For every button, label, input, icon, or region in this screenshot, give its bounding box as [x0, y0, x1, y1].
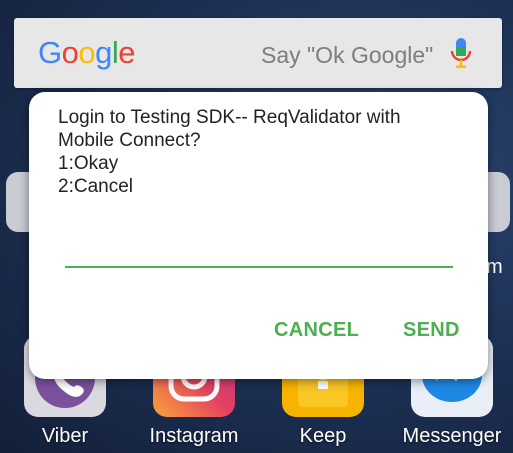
dialog-message-line-1: Login to Testing SDK-- ReqValidator with	[58, 107, 401, 128]
dialog-message-line-4: 2:Cancel	[58, 176, 133, 197]
logo-letter-g: G	[38, 35, 62, 70]
response-input[interactable]	[65, 230, 453, 268]
google-search-widget[interactable]: Google Say "Ok Google"	[14, 18, 502, 88]
app-label-viber[interactable]: Viber	[40, 424, 90, 448]
app-label-messenger[interactable]: Messenger	[399, 424, 505, 448]
login-prompt-dialog: Login to Testing SDK-- ReqValidator with…	[29, 92, 488, 379]
app-label-instagram[interactable]: Instagram	[146, 424, 242, 448]
voice-search-hint[interactable]: Say "Ok Google"	[261, 41, 433, 69]
dialog-message: Login to Testing SDK-- ReqValidator with…	[58, 106, 478, 198]
logo-letter-o1: o	[61, 35, 79, 70]
send-button[interactable]: SEND	[403, 318, 460, 342]
microphone-icon[interactable]	[449, 37, 473, 71]
app-label-keep[interactable]: Keep	[298, 424, 348, 448]
dialog-message-line-3: 1:Okay	[58, 153, 119, 174]
google-logo: Google	[38, 34, 136, 72]
background-label-fragment: m	[486, 256, 503, 278]
dialog-message-line-2: Mobile Connect?	[58, 130, 201, 151]
logo-letter-e: e	[118, 35, 136, 70]
logo-letter-o2: o	[78, 35, 96, 70]
logo-letter-g2: g	[95, 35, 112, 70]
cancel-button[interactable]: CANCEL	[274, 318, 359, 342]
